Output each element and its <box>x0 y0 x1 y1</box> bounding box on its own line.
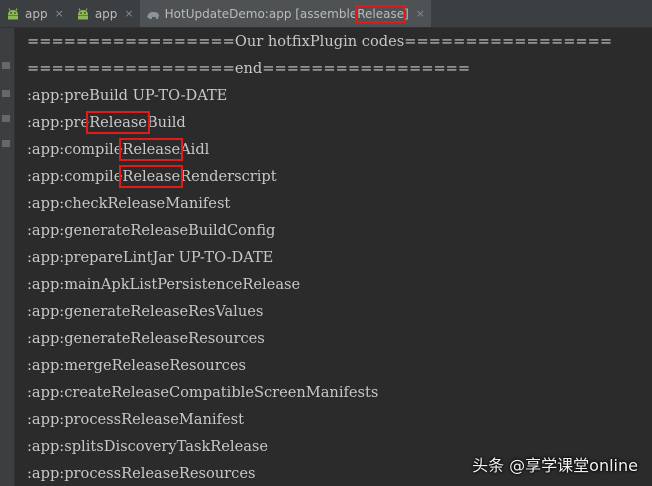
console-line: :app:processReleaseResources <box>27 465 256 482</box>
watermark: 头条 @享学课堂online <box>472 456 638 475</box>
line-suffix: Build <box>146 114 186 131</box>
tab-label: app <box>94 6 118 21</box>
tab-label-highlight: Release <box>355 4 407 23</box>
tab-hotupdatedemo-assemble-release[interactable]: HotUpdateDemo:app [assemble Release] × <box>139 0 431 27</box>
console-line: =================Our hotfixPlugin codes=… <box>27 33 613 50</box>
tab-label-suffix: ] <box>404 6 409 21</box>
console-line: :app:generateReleaseResValues <box>27 303 264 320</box>
console-line: :app:preBuild UP-TO-DATE <box>27 87 228 104</box>
line-prefix: :app:compile <box>27 141 123 158</box>
gutter-glyph <box>2 115 10 122</box>
gutter-glyph <box>2 62 10 69</box>
android-icon <box>6 7 20 21</box>
console-line: :app:generateReleaseResources <box>27 330 265 347</box>
console-line: :app:preReleaseBuild <box>27 109 186 136</box>
console-line: :app:createReleaseCompatibleScreenManife… <box>27 384 379 401</box>
console-line: :app:prepareLintJar UP-TO-DATE <box>27 249 274 266</box>
gutter-glyph <box>2 90 10 97</box>
console-line: :app:compileReleaseRenderscript <box>27 163 277 190</box>
console-line: :app:mainApkListPersistenceRelease <box>27 276 301 293</box>
run-console-window: app × app × HotUpdateDemo:app [assemble … <box>0 0 652 486</box>
tab-bar: app × app × HotUpdateDemo:app [assemble … <box>0 0 652 28</box>
console-line: :app:checkReleaseManifest <box>27 195 231 212</box>
gutter-glyph <box>2 140 10 147</box>
line-suffix: Renderscript <box>180 168 277 185</box>
console-output[interactable]: =================Our hotfixPlugin codes=… <box>15 28 652 486</box>
console-line: =================end================= <box>27 60 471 77</box>
android-icon <box>76 7 90 21</box>
close-icon[interactable]: × <box>55 7 64 20</box>
gradle-icon <box>146 7 160 21</box>
console-line: :app:splitsDiscoveryTaskRelease <box>27 438 269 455</box>
tab-label-prefix: HotUpdateDemo:app [assemble <box>164 6 358 21</box>
release-highlight: Release <box>119 165 184 188</box>
tab-app-2[interactable]: app × <box>70 0 140 27</box>
console-line: :app:mergeReleaseResources <box>27 357 246 374</box>
release-highlight: Release <box>86 111 150 134</box>
release-highlight: Release <box>119 138 184 161</box>
console-line: :app:generateReleaseBuildConfig <box>27 222 276 239</box>
close-icon[interactable]: × <box>416 7 425 20</box>
line-prefix: :app:pre <box>27 114 90 131</box>
line-suffix: Aidl <box>180 141 210 158</box>
tab-app-1[interactable]: app × <box>0 0 70 27</box>
tool-window-gutter <box>0 28 15 486</box>
close-icon[interactable]: × <box>124 7 133 20</box>
console-line: :app:compileReleaseAidl <box>27 136 209 163</box>
console-line: :app:processReleaseManifest <box>27 411 244 428</box>
tab-label: app <box>25 6 48 21</box>
line-prefix: :app:compile <box>27 168 123 185</box>
